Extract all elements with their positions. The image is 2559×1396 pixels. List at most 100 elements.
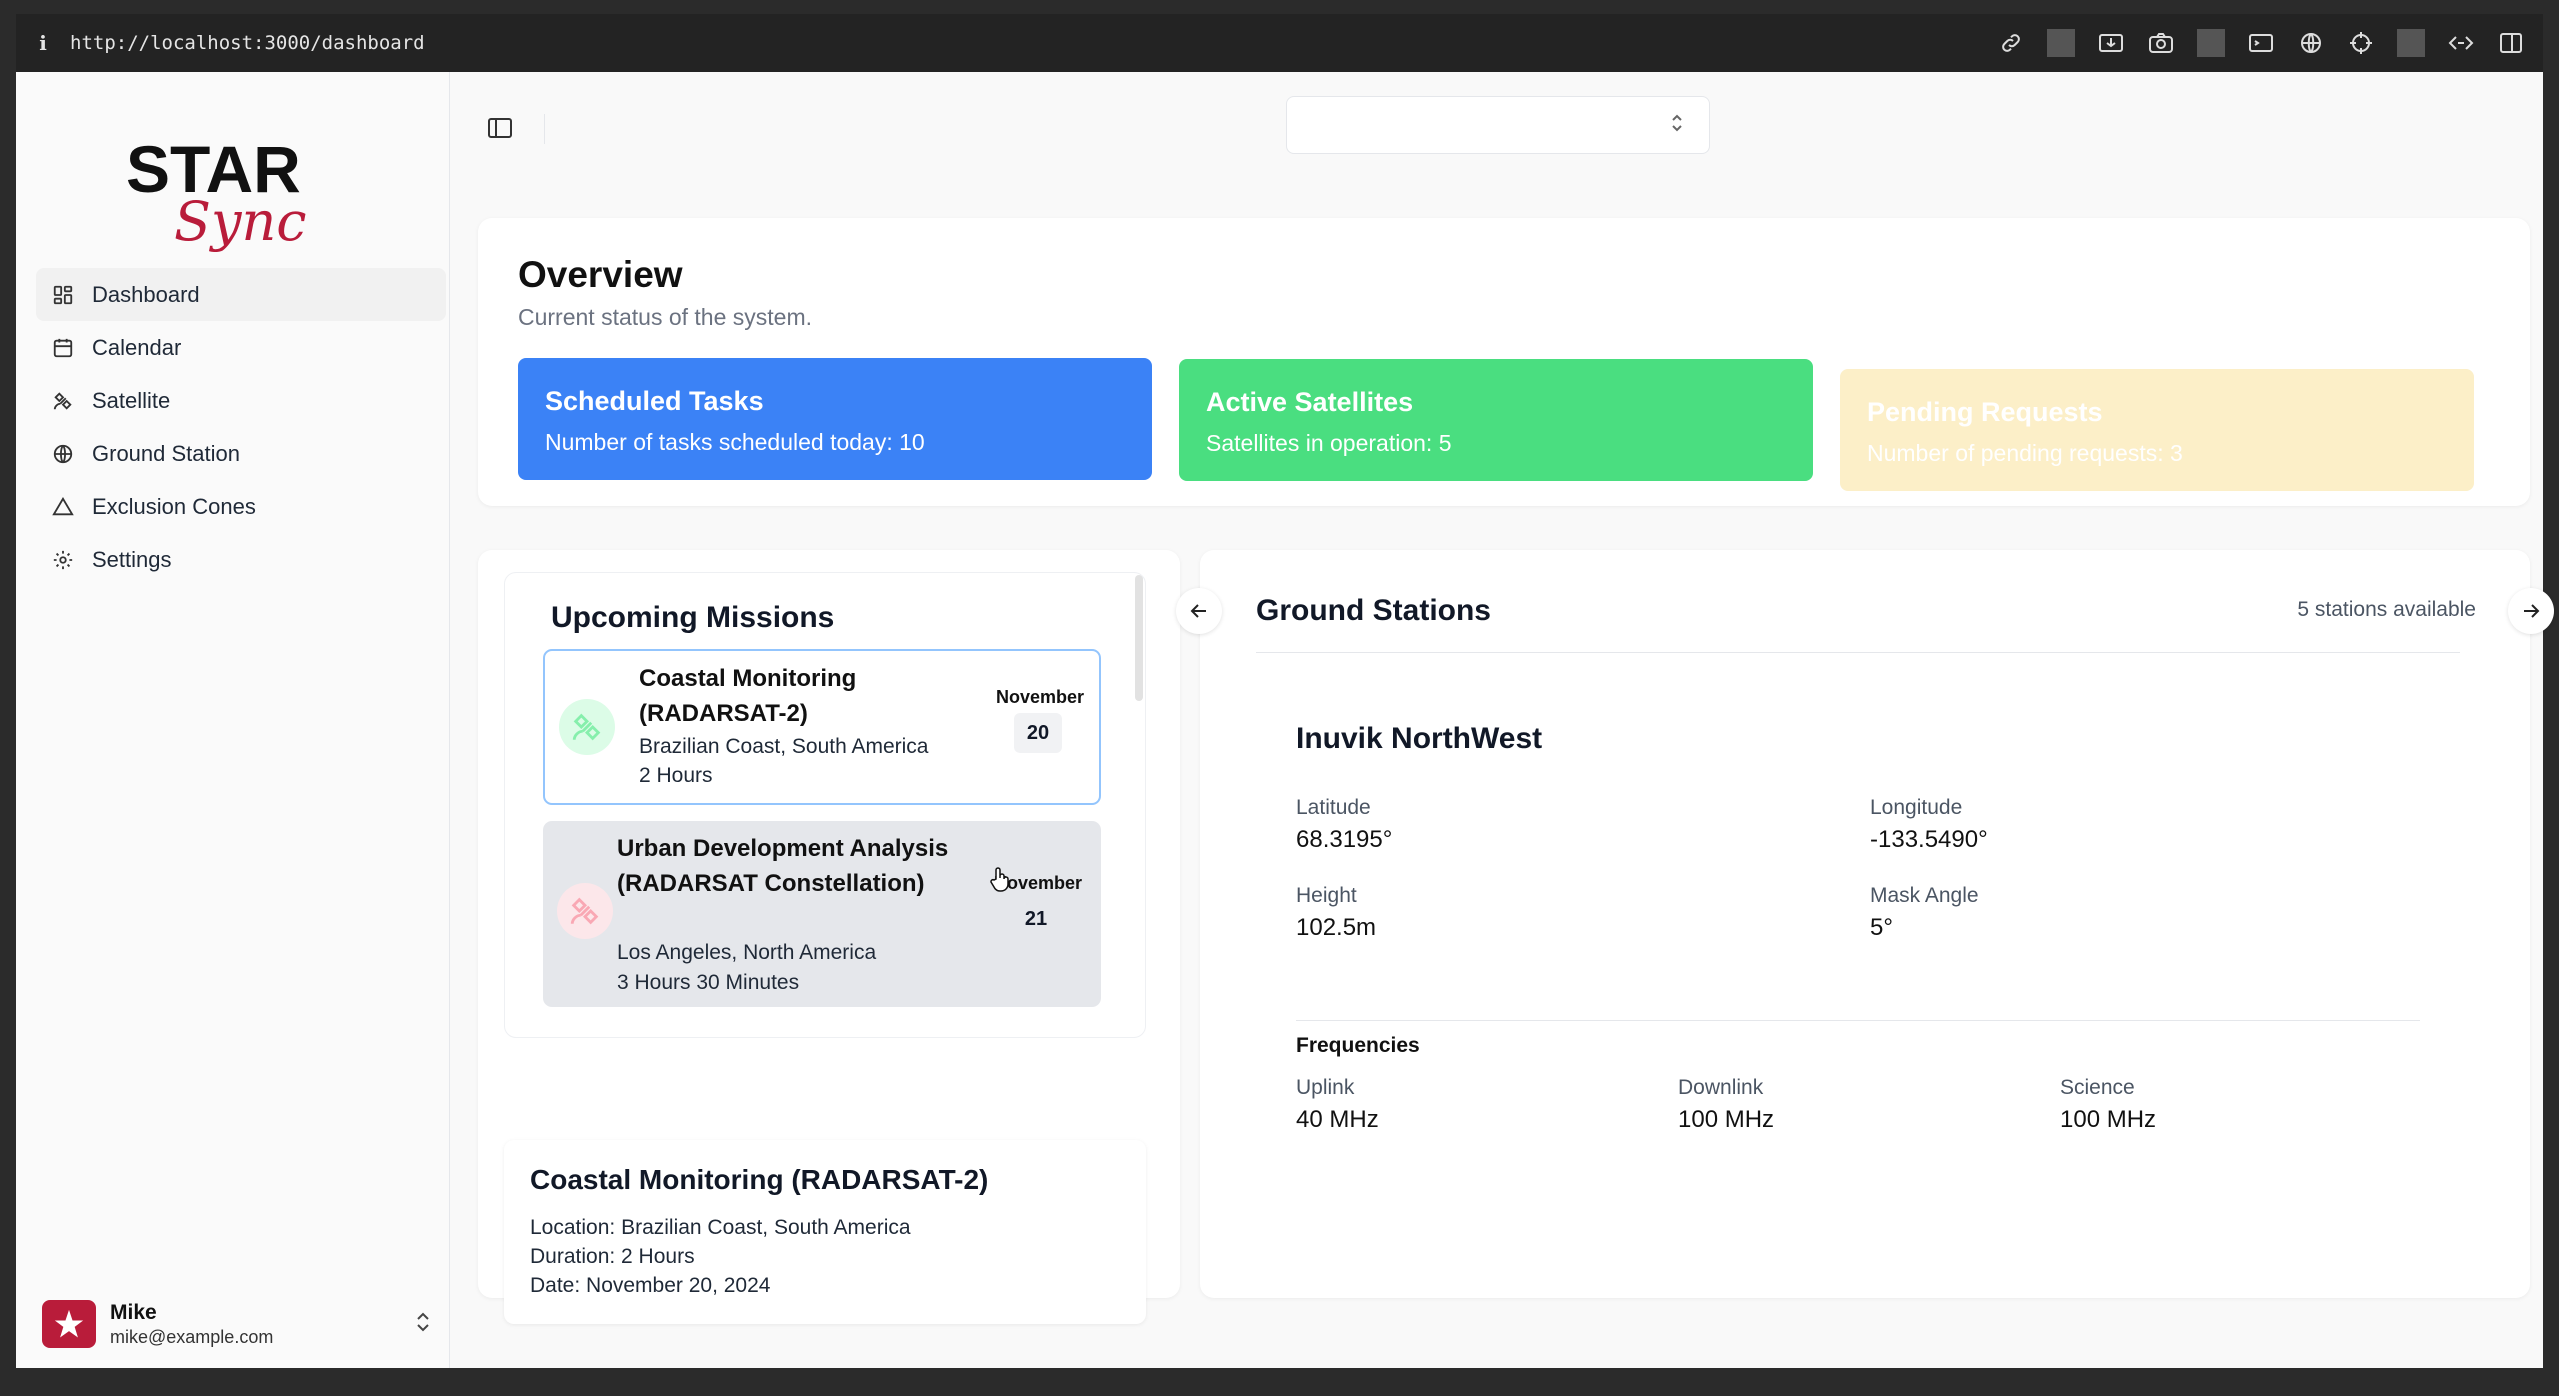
sidebar-item-exclusion-cones[interactable]: Exclusion Cones [36,480,446,533]
mission-card[interactable]: Coastal Monitoring (RADARSAT-2) Brazilia… [543,649,1101,805]
section-title: Upcoming Missions [551,601,835,634]
link-icon[interactable] [1997,29,2025,57]
page-title: Overview [518,254,683,295]
longitude-value: -133.5490° [1870,826,1988,853]
crosshair-icon[interactable] [2347,29,2375,57]
logo-script: Sync [174,190,307,252]
brand-logo[interactable]: STAR Sync [118,132,348,253]
downlink-label: Downlink [1678,1076,1764,1099]
camera-icon[interactable] [2147,29,2175,57]
user-email: mike@example.com [110,1326,274,1347]
stat-title: Active Satellites [1206,387,1414,417]
stat-desc: Number of tasks scheduled today: 10 [545,429,925,455]
longitude-label: Longitude [1870,796,1963,819]
sidebar-item-ground-station[interactable]: Ground Station [36,427,446,480]
scrollbar[interactable] [1135,575,1143,701]
next-station-button[interactable] [2508,588,2554,634]
code-icon[interactable] [2447,29,2475,57]
mission-detail-date: Date: November 20, 2024 [530,1274,771,1297]
mission-title: Coastal Monitoring (RADARSAT-2) [639,665,857,727]
header-divider [544,114,545,144]
toolbar-divider [2397,29,2425,57]
latitude-value: 68.3195° [1296,826,1393,853]
upcoming-missions-list[interactable]: Upcoming Missions Coastal Monitoring (RA… [504,572,1146,1038]
downlink-value: 100 MHz [1678,1106,1775,1133]
stat-title: Scheduled Tasks [545,386,764,416]
station-name: Inuvik NorthWest [1296,722,1543,755]
ground-stations-panel: Ground Stations 5 stations available Inu… [1176,550,2554,1298]
frequencies-heading: Frequencies [1296,1034,1420,1057]
stat-title: Pending Requests [1867,397,2103,427]
mask-angle-label: Mask Angle [1870,884,1979,907]
screenshot-icon[interactable] [2097,29,2125,57]
mission-title: Urban Development Analysis (RADARSAT Con… [617,835,949,897]
mission-detail-location: Location: Brazilian Coast, South America [530,1216,911,1239]
terminal-icon[interactable] [2247,29,2275,57]
mission-detail-duration: Duration: 2 Hours [530,1245,695,1268]
stations-count: 5 stations available [2297,598,2476,621]
address-bar[interactable]: http://localhost:3000/dashboard [70,32,425,54]
sidebar-item-label: Ground Station [92,440,240,466]
uplink-value: 40 MHz [1296,1106,1379,1133]
user-menu[interactable]: Mike mike@example.com [42,1296,442,1352]
height-value: 102.5m [1296,914,1377,941]
science-value: 100 MHz [2060,1106,2157,1133]
split-view-icon[interactable] [2497,29,2525,57]
sidebar-item-label: Settings [92,546,172,572]
mission-detail-title: Coastal Monitoring (RADARSAT-2) [530,1164,989,1195]
mission-detail-card: Coastal Monitoring (RADARSAT-2) Location… [504,1140,1146,1324]
cone-icon [50,494,76,520]
latitude-label: Latitude [1296,796,1371,819]
mission-duration: 3 Hours 30 Minutes [617,971,800,994]
satellite-icon [50,388,76,414]
overview-card: Overview Current status of the system. S… [478,218,2530,506]
toolbar-divider [2047,29,2075,57]
stat-pending-requests[interactable]: Pending Requests Number of pending reque… [1840,369,2474,491]
avatar [42,1300,96,1348]
browser-toolbar: i http://localhost:3000/dashboard [16,14,2543,72]
site-info-icon[interactable]: i [16,31,70,55]
uplink-label: Uplink [1296,1076,1355,1099]
mission-card[interactable]: Urban Development Analysis (RADARSAT Con… [543,821,1101,1007]
sidebar-item-label: Dashboard [92,281,200,307]
dashboard-icon [50,282,76,308]
sidebar-item-settings[interactable]: Settings [36,533,446,586]
science-label: Science [2060,1076,2135,1099]
mission-day: 21 [1024,907,1048,930]
height-label: Height [1296,884,1357,907]
stat-desc: Number of pending requests: 3 [1867,440,2183,466]
satellite-icon [559,699,615,755]
app-viewport: STAR Sync Dashboard Calendar Satellite G… [16,72,2554,1368]
missions-panel: Upcoming Missions Coastal Monitoring (RA… [478,550,1180,1324]
previous-station-button[interactable] [1176,588,1222,634]
browser-tools [1997,29,2543,57]
context-select[interactable] [1286,96,1710,154]
sidebar-item-satellite[interactable]: Satellite [36,374,446,427]
stat-scheduled-tasks[interactable]: Scheduled Tasks Number of tasks schedule… [518,358,1152,480]
page-subtitle: Current status of the system. [518,304,813,330]
sidebar-item-label: Calendar [92,334,182,360]
stat-desc: Satellites in operation: 5 [1206,430,1452,456]
chevron-updown-icon[interactable] [414,1311,432,1338]
gear-icon [50,547,76,573]
sidebar-item-label: Exclusion Cones [92,493,256,519]
calendar-icon [50,335,76,361]
sidebar-item-dashboard[interactable]: Dashboard [36,268,446,321]
mission-duration: 2 Hours [639,764,713,787]
stat-active-satellites[interactable]: Active Satellites Satellites in operatio… [1179,359,1813,481]
divider [1296,1020,2420,1021]
sidebar: STAR Sync Dashboard Calendar Satellite G… [16,72,450,1368]
network-icon[interactable] [2297,29,2325,57]
divider [1256,652,2460,653]
sidebar-item-calendar[interactable]: Calendar [36,321,446,374]
globe-icon [50,441,76,467]
hand-cursor-icon [989,867,1011,898]
mission-location: Brazilian Coast, South America [639,735,929,758]
section-title: Ground Stations [1256,594,1491,627]
mission-month: November [995,687,1085,707]
user-name: Mike [110,1300,157,1324]
sidebar-toggle-icon[interactable] [484,112,516,144]
satellite-icon [557,883,613,939]
sidebar-item-label: Satellite [92,387,171,413]
sidebar-nav: Dashboard Calendar Satellite Ground Stat… [36,268,446,586]
